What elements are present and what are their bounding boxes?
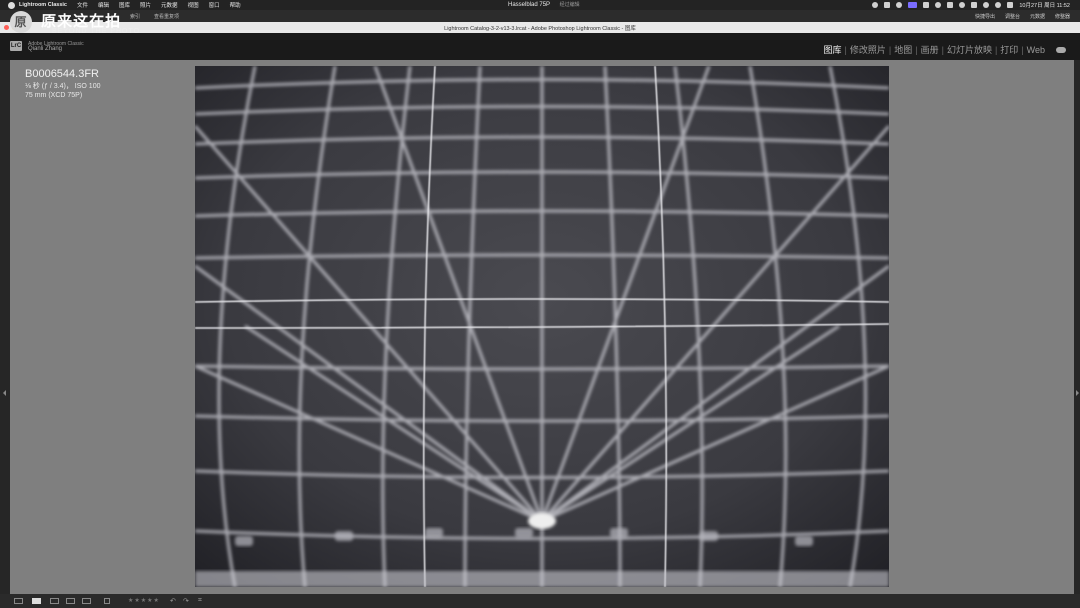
bottom-toolbar [0, 594, 1080, 608]
trimmer-button[interactable]: 修整器 [1055, 13, 1070, 20]
status-icon[interactable] [923, 2, 930, 8]
status-icons: 10月27日 周日 11:52 [872, 1, 1070, 9]
left-panel-toggle[interactable] [0, 60, 10, 594]
cloud-icon[interactable] [935, 2, 942, 8]
crop-icon[interactable]: ⌗ [198, 597, 202, 605]
loupe-view-icon[interactable] [32, 598, 41, 604]
menu-library[interactable]: 图库 [119, 1, 130, 9]
status-icon[interactable] [884, 2, 891, 8]
survey-view-icon[interactable] [66, 598, 75, 604]
index-button[interactable]: 索引 [130, 13, 140, 20]
status-icon[interactable] [896, 2, 903, 8]
module-develop[interactable]: 修改照片 [847, 43, 889, 56]
people-view-icon[interactable] [82, 598, 91, 604]
apple-icon[interactable] [8, 1, 15, 9]
menu-file[interactable]: 文件 [77, 1, 88, 9]
menu-app-name[interactable]: Lightroom Classic [19, 2, 67, 8]
close-window-button[interactable] [4, 25, 9, 30]
window-title: Lightroom Catalog-3-2-v13-3.lrcat - Adob… [444, 25, 636, 32]
wifi-icon[interactable] [983, 2, 990, 8]
menu-photo[interactable]: 照片 [140, 1, 151, 9]
menu-help[interactable]: 帮助 [230, 1, 241, 9]
module-print[interactable]: 打印 [997, 43, 1021, 56]
rotate-left-icon[interactable]: ↶ [170, 597, 176, 605]
grid-view-icon[interactable] [14, 598, 23, 604]
module-web[interactable]: Web [1024, 45, 1048, 55]
camera-subtitle: 经过编辑 [559, 2, 580, 8]
quick-export-button[interactable]: 快捷导出 [975, 13, 995, 20]
menu-metadata[interactable]: 元数据 [161, 1, 178, 9]
screen-icon[interactable] [908, 2, 918, 8]
identity-line-2: Qianli Zhang [28, 46, 63, 52]
bluetooth-icon[interactable] [959, 2, 966, 8]
metadata-button[interactable]: 元数据 [1030, 13, 1045, 20]
main-photo[interactable] [195, 66, 889, 587]
module-picker: 图库 | 修改照片 | 地图 | 画册 | 幻灯片放映 | 打印 | Web [821, 43, 1066, 56]
menu-edit[interactable]: 编辑 [98, 1, 109, 9]
search-icon[interactable] [995, 2, 1002, 8]
compare-view-icon[interactable] [50, 598, 59, 604]
gear-icon[interactable] [872, 2, 879, 8]
chevron-left-icon [3, 390, 6, 396]
control-center-icon[interactable] [1007, 2, 1014, 8]
star-rating[interactable]: ★★★★★ [128, 597, 160, 604]
photo-filename: B0006544.3FR [25, 68, 99, 80]
right-panel-toggle[interactable] [1074, 60, 1080, 594]
battery-icon[interactable] [971, 2, 978, 8]
camera-title: Hasselblad 75P [508, 2, 550, 8]
menu-window[interactable]: 窗口 [209, 1, 220, 9]
toolbar-right: 快捷导出 调整台 元数据 修整器 [975, 10, 1070, 22]
rotate-right-icon[interactable]: ↷ [183, 597, 189, 605]
module-library[interactable]: 图库 [821, 43, 845, 56]
chevron-right-icon [1076, 390, 1079, 396]
cloud-sync-icon[interactable] [1056, 46, 1066, 53]
flag-icon[interactable] [104, 598, 110, 604]
status-icon[interactable] [947, 2, 954, 8]
module-book[interactable]: 画册 [918, 43, 942, 56]
module-map[interactable]: 地图 [891, 43, 915, 56]
adjust-button[interactable]: 调整台 [1005, 13, 1020, 20]
menu-view[interactable]: 视图 [188, 1, 199, 9]
toolbar-left: 索引 查看重复项 [130, 10, 179, 22]
menu-bar: Lightroom Classic 文件 编辑 图库 照片 元数据 视图 窗口 … [0, 0, 1080, 10]
lrc-badge: LrC [10, 41, 22, 51]
photo-lens: 75 mm (XCD 75P) [25, 92, 83, 99]
menubar-center-title: Hasselblad 75P 经过编辑 [508, 1, 580, 8]
find-duplicates-button[interactable]: 查看重复项 [154, 13, 179, 20]
photo-exposure: ⅛ 秒 (ƒ / 3.4)， ISO 100 [25, 83, 101, 90]
watermark-logo: 原 [10, 11, 32, 34]
window-titlebar: Lightroom Catalog-3-2-v13-3.lrcat - Adob… [0, 22, 1080, 33]
module-slideshow[interactable]: 幻灯片放映 [944, 43, 995, 56]
datetime[interactable]: 10月27日 周日 11:52 [1019, 1, 1070, 9]
info-overlay: B0006544.3FR ⅛ 秒 (ƒ / 3.4)， ISO 100 75 m… [25, 68, 100, 99]
